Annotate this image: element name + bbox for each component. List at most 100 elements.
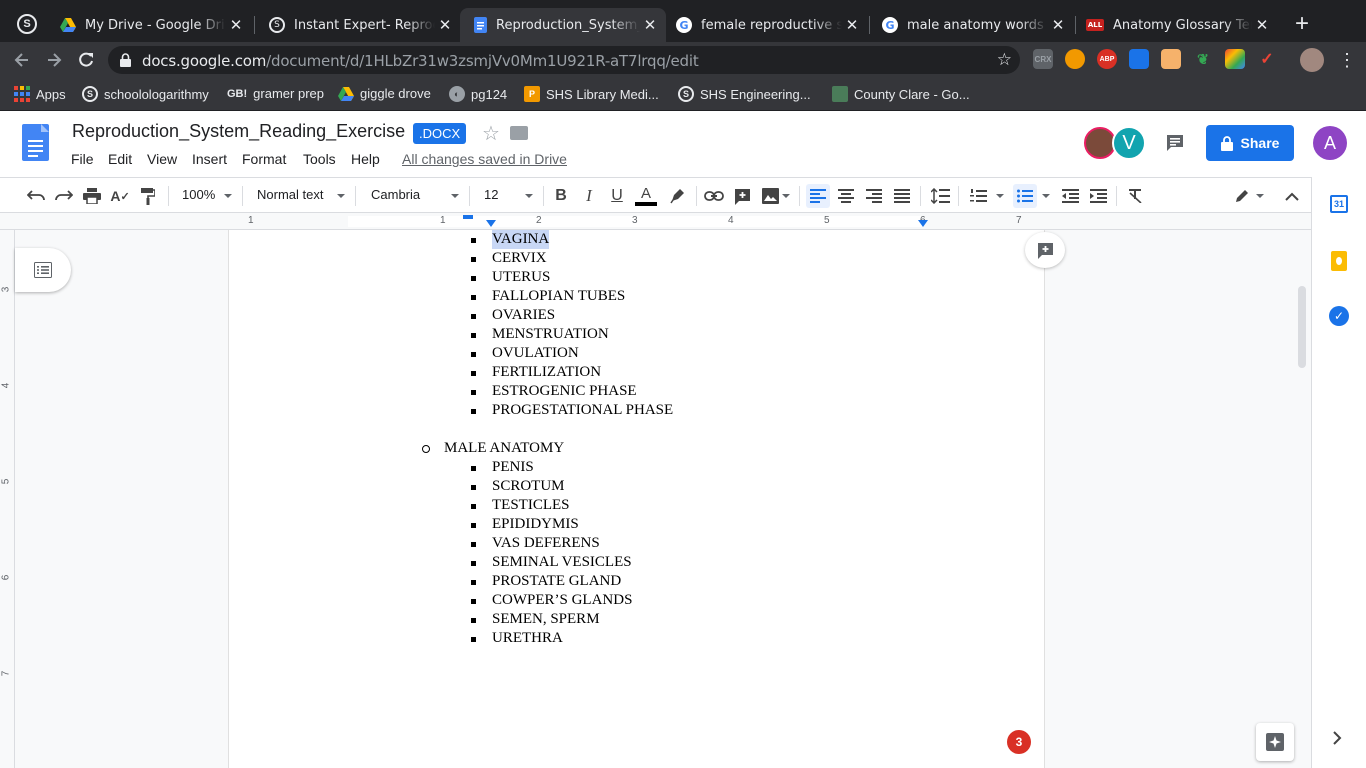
list-item[interactable]: SEMINAL VESICLES (492, 553, 632, 572)
print-icon[interactable] (81, 185, 103, 207)
close-tab-icon[interactable]: ✕ (435, 16, 455, 34)
bookmark-shs-engineering[interactable]: S SHS Engineering... (678, 86, 811, 102)
add-comment-button[interactable] (1025, 232, 1065, 268)
section-heading[interactable]: MALE ANATOMY (444, 439, 564, 458)
list-item[interactable]: ESTROGENIC PHASE (492, 382, 637, 401)
underline-button[interactable]: U (608, 185, 626, 207)
swift-extension-icon[interactable] (1129, 49, 1149, 69)
font-size-select[interactable]: 12 (484, 187, 498, 202)
list-item[interactable]: COWPER’S GLANDS (492, 591, 632, 610)
close-tab-icon[interactable]: ✕ (1048, 16, 1068, 34)
justify-button[interactable] (891, 185, 913, 207)
color-extension-icon[interactable] (1225, 49, 1245, 69)
list-item[interactable]: FERTILIZATION (492, 363, 601, 382)
box-extension-icon[interactable] (1161, 49, 1181, 69)
right-indent-marker[interactable] (918, 220, 928, 227)
close-tab-icon[interactable]: ✕ (640, 16, 660, 34)
insert-link-icon[interactable] (703, 185, 725, 207)
list-item[interactable]: VAGINA (492, 230, 550, 249)
menu-view[interactable]: View (147, 151, 177, 167)
numbered-list-icon[interactable] (967, 185, 989, 207)
account-avatar[interactable]: A (1313, 126, 1347, 160)
schoology-app-icon[interactable]: S (17, 14, 37, 34)
horizontal-ruler[interactable]: 1 1 2 3 4 5 6 7 (0, 213, 1311, 230)
align-right-button[interactable] (863, 185, 885, 207)
bookmark-apps[interactable]: Apps (14, 86, 66, 102)
document-canvas[interactable]: 3 4 5 6 7 VAGINA CERVIX UTERUS FALLOPIAN… (0, 230, 1311, 768)
paragraph-style-select[interactable]: Normal text (257, 187, 323, 202)
leaf-extension-icon[interactable]: ❦ (1193, 49, 1213, 69)
list-item[interactable]: CERVIX (492, 249, 547, 268)
tab-instant-expert[interactable]: S Instant Expert- Reproduc ✕ (255, 8, 461, 42)
list-item[interactable]: OVULATION (492, 344, 579, 363)
bookmark-star-icon[interactable]: ☆ (997, 50, 1012, 70)
save-status[interactable]: All changes saved in Drive (402, 151, 567, 167)
list-item[interactable]: EPIDIDYMIS (492, 515, 579, 534)
list-item[interactable]: SCROTUM (492, 477, 565, 496)
menu-dots-icon[interactable]: ⋮ (1338, 49, 1356, 71)
increase-indent-icon[interactable] (1087, 185, 1109, 207)
menu-tools[interactable]: Tools (303, 151, 336, 167)
comments-icon[interactable] (1165, 133, 1185, 153)
align-center-button[interactable] (835, 185, 857, 207)
close-tab-icon[interactable]: ✕ (842, 16, 862, 34)
notification-badge[interactable]: 3 (1007, 730, 1031, 754)
clear-formatting-icon[interactable] (1124, 185, 1146, 207)
tab-reproduction-doc[interactable]: Reproduction_System_Re ✕ (460, 8, 666, 42)
list-item[interactable]: PENIS (492, 458, 534, 477)
bold-button[interactable]: B (552, 185, 570, 207)
align-left-button[interactable] (806, 184, 830, 208)
bookmark-county-clare[interactable]: County Clare - Go... (832, 86, 970, 102)
forward-icon[interactable] (44, 50, 64, 70)
line-spacing-icon[interactable] (929, 185, 951, 207)
list-item[interactable]: VAS DEFERENS (492, 534, 600, 553)
owl-extension-icon[interactable] (1065, 49, 1085, 69)
folder-icon[interactable] (510, 126, 528, 140)
document-page[interactable]: VAGINA CERVIX UTERUS FALLOPIAN TUBES OVA… (228, 230, 1045, 768)
document-outline-button[interactable] (15, 248, 71, 292)
tab-my-drive[interactable]: My Drive - Google Drive ✕ (46, 8, 252, 42)
spellcheck-icon[interactable]: A ✓ (109, 185, 131, 207)
list-item[interactable]: FALLOPIAN TUBES (492, 287, 625, 306)
back-icon[interactable] (12, 50, 32, 70)
font-select[interactable]: Cambria (371, 187, 420, 202)
zoom-select[interactable]: 100% (182, 187, 215, 202)
keep-icon[interactable] (1331, 251, 1347, 271)
bookmark-schoolologarithmy[interactable]: S schoolologarithmy (82, 86, 209, 102)
collapse-toolbar-icon[interactable] (1281, 185, 1303, 207)
vertical-ruler[interactable]: 3 4 5 6 7 (0, 230, 15, 768)
bookmark-pg124[interactable]: ◐ pg124 (449, 86, 507, 102)
share-button[interactable]: Share (1206, 125, 1294, 161)
list-item[interactable]: TESTICLES (492, 496, 570, 515)
address-bar[interactable]: docs.google.com/document/d/1HLbZr31w3zsm… (108, 46, 1020, 74)
star-icon[interactable]: ☆ (482, 121, 500, 146)
list-item[interactable]: PROSTATE GLAND (492, 572, 621, 591)
profile-avatar[interactable] (1300, 48, 1324, 72)
crx-extension-icon[interactable]: CRX (1033, 49, 1053, 69)
italic-button[interactable]: I (580, 185, 598, 207)
expand-panel-icon[interactable] (1332, 731, 1342, 745)
list-item[interactable]: OVARIES (492, 306, 555, 325)
adblock-extension-icon[interactable]: ABP (1097, 49, 1117, 69)
list-item[interactable]: SEMEN, SPERM (492, 610, 600, 629)
insert-image-icon[interactable] (759, 185, 781, 207)
bookmark-shs-library[interactable]: P SHS Library Medi... (524, 86, 659, 102)
redo-icon[interactable] (53, 185, 75, 207)
editing-mode-icon[interactable] (1231, 185, 1253, 207)
google-docs-logo-icon[interactable] (22, 124, 49, 161)
calendar-icon[interactable]: 31 (1330, 195, 1348, 213)
undo-icon[interactable] (25, 185, 47, 207)
tasks-icon[interactable]: ✓ (1329, 306, 1349, 326)
check-extension-icon[interactable]: ✓ (1257, 49, 1277, 69)
menu-insert[interactable]: Insert (192, 151, 227, 167)
menu-file[interactable]: File (71, 151, 94, 167)
text-color-button[interactable]: A (634, 185, 658, 207)
collaborator-avatar-v[interactable]: V (1112, 126, 1146, 160)
menu-format[interactable]: Format (242, 151, 286, 167)
menu-help[interactable]: Help (351, 151, 380, 167)
close-tab-icon[interactable]: ✕ (226, 16, 246, 34)
menu-edit[interactable]: Edit (108, 151, 132, 167)
tab-male-search[interactable]: G male anatomy words that ✕ (868, 8, 1074, 42)
bulleted-list-button[interactable] (1013, 184, 1037, 208)
list-item[interactable]: URETHRA (492, 629, 563, 648)
